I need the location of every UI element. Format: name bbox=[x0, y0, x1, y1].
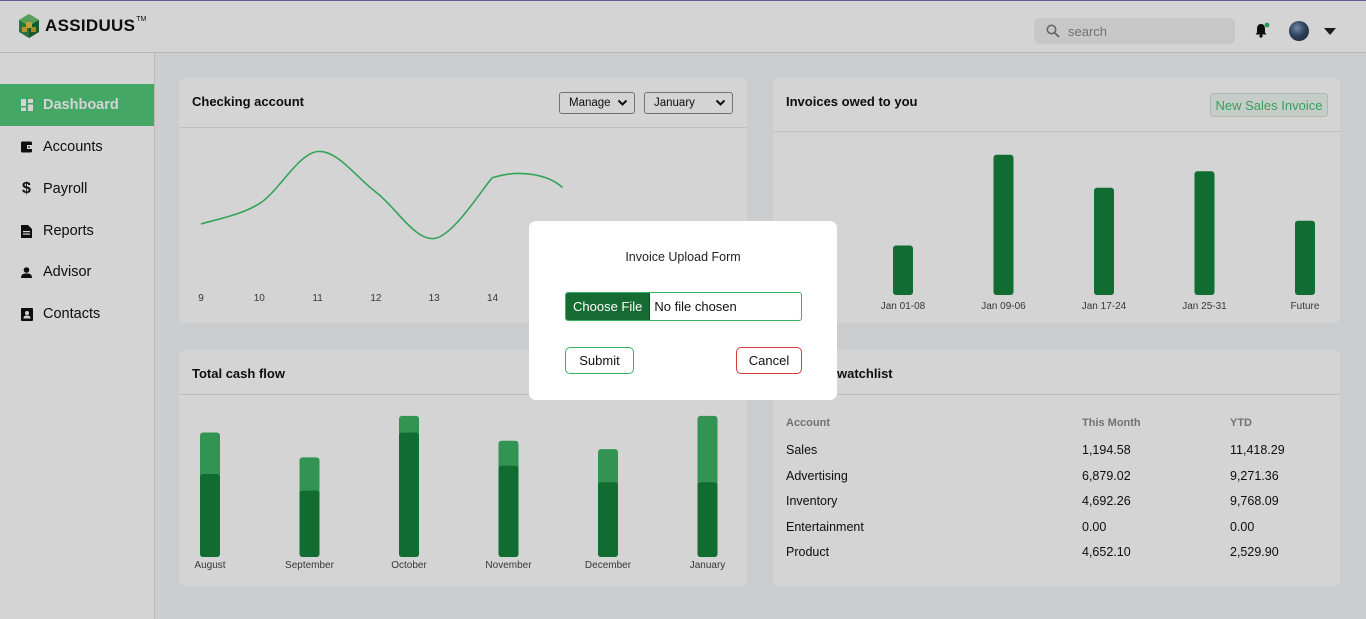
choose-file-button[interactable]: Choose File bbox=[566, 293, 651, 320]
file-status-text: No file chosen bbox=[654, 299, 737, 314]
file-input[interactable]: Choose File No file chosen bbox=[565, 292, 802, 321]
modal-title: Invoice Upload Form bbox=[625, 250, 741, 264]
submit-button[interactable]: Submit bbox=[565, 347, 634, 374]
cancel-button[interactable]: Cancel bbox=[736, 347, 802, 374]
invoice-upload-modal: Invoice Upload Form Choose File No file … bbox=[529, 221, 837, 400]
